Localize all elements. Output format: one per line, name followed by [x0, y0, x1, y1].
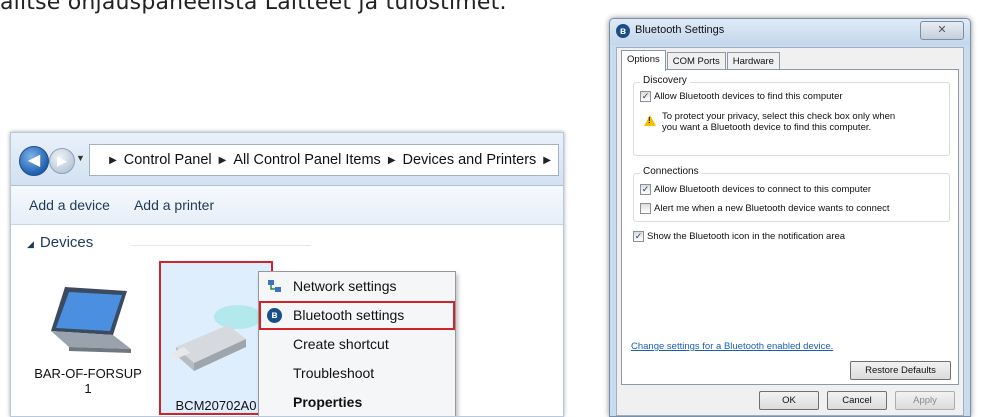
ok-button[interactable]: OK: [759, 391, 819, 410]
device-laptop[interactable]: BAR-OF-FORSUP 1: [33, 283, 143, 396]
menu-item-label: Bluetooth settings: [293, 307, 404, 323]
connections-group: Connections ✓ Allow Bluetooth devices to…: [633, 173, 950, 222]
show-icon-checkbox[interactable]: ✓: [633, 231, 644, 242]
bluetooth-icon: ʙ: [616, 24, 630, 38]
allow-find-label: Allow Bluetooth devices to find this com…: [654, 91, 843, 102]
chevron-right-icon[interactable]: ▶: [219, 155, 227, 166]
breadcrumb-devices-printers[interactable]: Devices and Printers: [403, 152, 537, 168]
menu-item-properties[interactable]: Properties: [259, 388, 455, 417]
dialog-body: Options COM Ports Hardware Discovery ✓ A…: [616, 47, 964, 416]
menu-item-create-shortcut[interactable]: Create shortcut: [259, 330, 455, 359]
allow-connect-checkbox-row[interactable]: ✓ Allow Bluetooth devices to connect to …: [640, 184, 871, 195]
breadcrumb-all-items[interactable]: All Control Panel Items: [233, 152, 380, 168]
instruction-text: alitse ohjauspaneelista Laitteet ja tulo…: [0, 0, 507, 15]
alert-new-checkbox-row[interactable]: Alert me when a new Bluetooth device wan…: [640, 203, 890, 214]
device-bluetooth-adapter[interactable]: BCM20702A0: [159, 261, 273, 415]
chevron-right-icon[interactable]: ▶: [388, 155, 396, 166]
device-label: BAR-OF-FORSUP 1: [33, 366, 143, 396]
network-icon: [267, 279, 282, 294]
command-bar: Add a device Add a printer: [11, 186, 563, 225]
breadcrumb-control-panel[interactable]: Control Panel: [124, 152, 212, 168]
warning-line1: To protect your privacy, select this che…: [662, 111, 895, 122]
recent-pages-chevron-down-icon[interactable]: ▼: [76, 153, 85, 163]
restore-defaults-button[interactable]: Restore Defaults: [850, 361, 951, 380]
group-header-label: Devices: [40, 234, 93, 251]
dialog-title: Bluetooth Settings: [635, 24, 724, 36]
menu-item-network-settings[interactable]: Network settings: [259, 272, 455, 301]
tab-options[interactable]: Options: [621, 50, 666, 71]
apply-button[interactable]: Apply: [895, 391, 955, 410]
options-tab-pane: Discovery ✓ Allow Bluetooth devices to f…: [621, 69, 959, 385]
privacy-warning-text: To protect your privacy, select this che…: [662, 111, 895, 133]
allow-connect-label: Allow Bluetooth devices to connect to th…: [654, 184, 871, 195]
menu-item-label: Network settings: [293, 278, 396, 294]
show-icon-checkbox-row[interactable]: ✓ Show the Bluetooth icon in the notific…: [633, 231, 845, 242]
triangle-collapse-icon: ◢: [27, 239, 34, 249]
warning-line2: you want a Bluetooth device to find this…: [662, 122, 895, 133]
add-printer-button[interactable]: Add a printer: [134, 197, 214, 213]
close-icon: ✕: [937, 24, 946, 36]
show-icon-label: Show the Bluetooth icon in the notificat…: [647, 231, 845, 242]
address-bar: ◀ ▶ ▼ ▶ Control Panel ▶ All Control Pane…: [11, 133, 563, 186]
chevron-right-icon[interactable]: ▶: [109, 155, 117, 166]
add-device-button[interactable]: Add a device: [29, 197, 110, 213]
menu-item-label: Troubleshoot: [293, 365, 374, 381]
usb-dongle-icon: [166, 295, 266, 385]
alert-new-checkbox[interactable]: [640, 203, 651, 214]
allow-find-checkbox[interactable]: ✓: [640, 91, 651, 102]
connections-group-label: Connections: [640, 166, 702, 177]
forward-button[interactable]: ▶: [49, 148, 75, 174]
breadcrumb[interactable]: ▶ Control Panel ▶ All Control Panel Item…: [89, 144, 559, 176]
arrow-right-icon: ▶: [57, 153, 67, 168]
warning-icon: !: [644, 115, 656, 126]
discovery-group: Discovery ✓ Allow Bluetooth devices to f…: [633, 82, 950, 156]
devices-group-header[interactable]: ◢ Devices: [27, 234, 93, 251]
allow-find-checkbox-row[interactable]: ✓ Allow Bluetooth devices to find this c…: [640, 91, 843, 102]
menu-item-label: Create shortcut: [293, 336, 389, 352]
group-divider: [131, 245, 311, 246]
alert-new-label: Alert me when a new Bluetooth device wan…: [654, 203, 890, 214]
bluetooth-settings-dialog: ʙ Bluetooth Settings ✕ Options COM Ports…: [609, 18, 971, 417]
menu-item-troubleshoot[interactable]: Troubleshoot: [259, 359, 455, 388]
device-name-line1: BAR-OF-FORSUP: [33, 366, 143, 381]
arrow-left-icon: ◀: [28, 152, 40, 169]
change-settings-link[interactable]: Change settings for a Bluetooth enabled …: [631, 341, 833, 352]
device-name-line1: BCM20702A0: [161, 398, 271, 413]
cancel-button[interactable]: Cancel: [827, 391, 887, 410]
dialog-titlebar[interactable]: ʙ Bluetooth Settings ✕: [610, 19, 970, 45]
device-name-line2: 1: [33, 381, 143, 396]
chevron-right-icon[interactable]: ▶: [543, 155, 551, 166]
back-button[interactable]: ◀: [19, 146, 49, 176]
laptop-icon: [43, 283, 133, 363]
menu-item-label: Properties: [293, 394, 362, 410]
devices-and-printers-window: ◀ ▶ ▼ ▶ Control Panel ▶ All Control Pane…: [10, 132, 564, 417]
discovery-group-label: Discovery: [640, 75, 690, 86]
close-button[interactable]: ✕: [920, 21, 964, 40]
menu-item-bluetooth-settings[interactable]: ʙ Bluetooth settings: [259, 301, 455, 330]
context-menu: Network settings ʙ Bluetooth settings Cr…: [258, 271, 456, 417]
bluetooth-icon: ʙ: [267, 308, 282, 323]
allow-connect-checkbox[interactable]: ✓: [640, 184, 651, 195]
